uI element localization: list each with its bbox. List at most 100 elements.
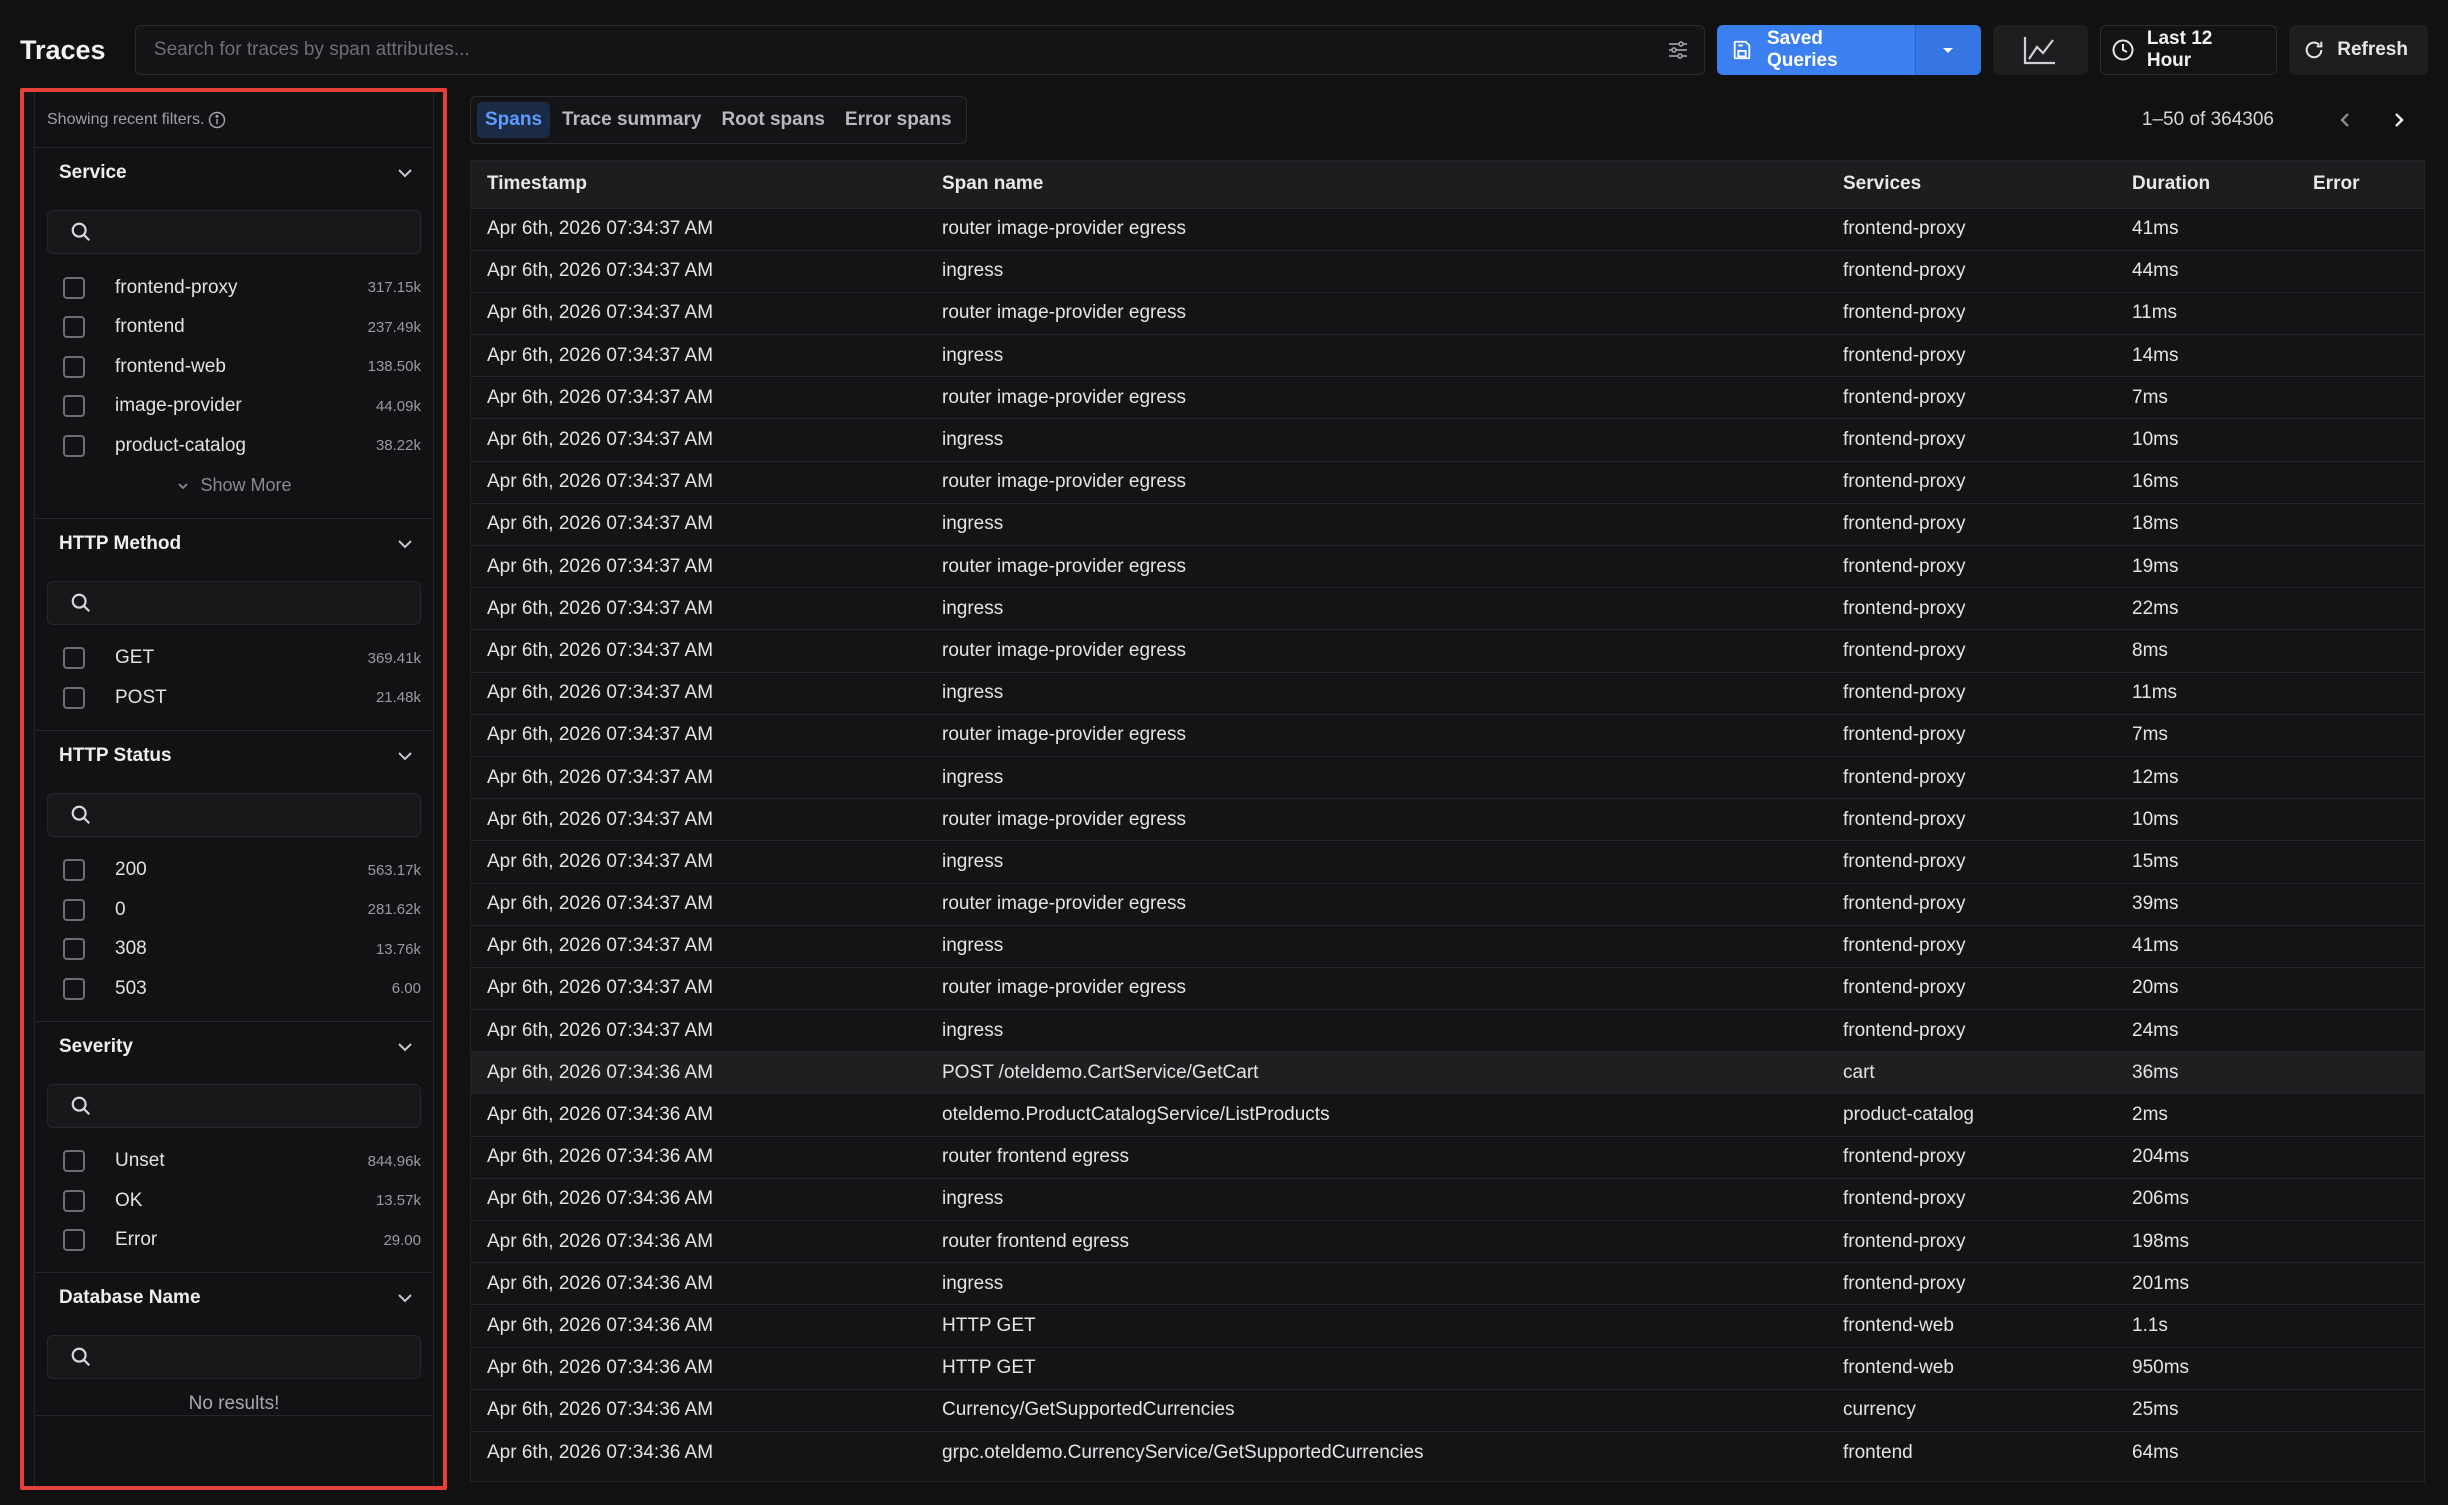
facet-search-input[interactable] (92, 793, 420, 836)
tab-root-spans[interactable]: Root spans (713, 102, 832, 138)
table-row[interactable]: Apr 6th, 2026 07:34:37 AM ingress frontend… (471, 924, 2424, 968)
facet-item[interactable]: POST 21.48k (35, 678, 433, 718)
table-row[interactable]: Apr 6th, 2026 07:34:36 AM Currency/GetSup… (471, 1388, 2424, 1432)
facet-search-input[interactable] (92, 1084, 420, 1127)
table-row[interactable]: Apr 6th, 2026 07:34:37 AM ingress frontend… (471, 755, 2424, 799)
saved-queries-button-group: Saved Queries (1716, 25, 1981, 75)
table-row[interactable]: Apr 6th, 2026 07:34:37 AM router image-pr… (471, 966, 2424, 1010)
facet-search-input[interactable] (92, 211, 420, 253)
facet-checkbox[interactable] (63, 898, 85, 921)
table-row[interactable]: Apr 6th, 2026 07:34:37 AM router image-pr… (471, 629, 2424, 673)
next-page-button[interactable] (2372, 100, 2426, 140)
refresh-button[interactable]: Refresh (2289, 25, 2428, 75)
column-header-services[interactable]: Services (1827, 161, 2116, 208)
chart-toggle-button[interactable] (1992, 25, 2088, 75)
show-more-button[interactable]: Show More (35, 466, 433, 506)
column-header-error[interactable]: Error (2297, 161, 2424, 208)
table-row[interactable]: Apr 6th, 2026 07:34:37 AM router image-pr… (471, 376, 2424, 419)
facet-item[interactable]: 200 563.17k (35, 851, 433, 891)
table-row[interactable]: Apr 6th, 2026 07:34:37 AM ingress frontend… (471, 671, 2424, 715)
table-row[interactable]: Apr 6th, 2026 07:34:37 AM router image-pr… (471, 291, 2424, 335)
filter-group-header[interactable]: Service (35, 148, 433, 198)
facet-checkbox[interactable] (63, 1229, 85, 1252)
filter-settings-icon[interactable] (1652, 38, 1704, 62)
facet-search-input[interactable] (92, 581, 420, 624)
saved-queries-dropdown-button[interactable] (1915, 25, 1981, 75)
time-range-button[interactable]: Last 12 Hour (2099, 25, 2278, 75)
facet-checkbox[interactable] (63, 355, 85, 378)
refresh-label: Refresh (2337, 39, 2408, 60)
facet-checkbox[interactable] (63, 1150, 85, 1173)
tab-trace-summary[interactable]: Trace summary (554, 102, 709, 138)
facet-item[interactable]: frontend-web 138.50k (35, 347, 433, 387)
table-row[interactable]: Apr 6th, 2026 07:34:37 AM router image-pr… (471, 713, 2424, 757)
duration-cell: 25ms (2116, 1388, 2297, 1432)
filter-group-header[interactable]: Severity (35, 1022, 433, 1072)
facet-item[interactable]: 308 13.76k (35, 930, 433, 970)
table-row[interactable]: Apr 6th, 2026 07:34:37 AM ingress frontend… (471, 502, 2424, 546)
search-input[interactable] (135, 26, 1652, 74)
facet-checkbox[interactable] (63, 977, 85, 1000)
filter-group-header[interactable]: HTTP Method (35, 519, 433, 569)
tab-error-spans[interactable]: Error spans (837, 102, 960, 138)
facet-item[interactable]: GET 369.41k (35, 639, 433, 679)
table-row[interactable]: Apr 6th, 2026 07:34:37 AM ingress frontend… (471, 249, 2424, 293)
table-row[interactable]: Apr 6th, 2026 07:34:37 AM router image-pr… (471, 798, 2424, 841)
table-row[interactable]: Apr 6th, 2026 07:34:37 AM router image-pr… (471, 207, 2424, 251)
column-header-duration[interactable]: Duration (2116, 161, 2297, 208)
facet-checkbox[interactable] (63, 316, 85, 339)
table-row[interactable]: Apr 6th, 2026 07:34:36 AM HTTP GET fronten… (471, 1304, 2424, 1348)
timestamp-cell: Apr 6th, 2026 07:34:37 AM (471, 418, 926, 462)
facet-item[interactable]: frontend 237.49k (35, 308, 433, 348)
facet-search-input[interactable] (92, 1336, 420, 1378)
facet-checkbox[interactable] (63, 434, 85, 457)
saved-queries-button[interactable]: Saved Queries (1717, 25, 1916, 75)
duration-cell: 1.1s (2116, 1304, 2297, 1348)
table-row[interactable]: Apr 6th, 2026 07:34:36 AM oteldemo.Produc… (471, 1093, 2424, 1137)
table-row[interactable]: Apr 6th, 2026 07:34:36 AM router frontend… (471, 1135, 2424, 1179)
table-row[interactable]: Apr 6th, 2026 07:34:37 AM ingress frontend… (471, 587, 2424, 630)
table-row[interactable]: Apr 6th, 2026 07:34:37 AM ingress frontend… (471, 840, 2424, 883)
facet-search (47, 1335, 421, 1379)
table-row[interactable]: Apr 6th, 2026 07:34:36 AM POST /oteldemo.… (471, 1051, 2424, 1094)
column-header-span-name[interactable]: Span name (926, 161, 1827, 208)
facet-checkbox[interactable] (63, 647, 85, 670)
facet-checkbox[interactable] (63, 395, 85, 418)
facet-checkbox[interactable] (63, 938, 85, 961)
error-cell (2297, 671, 2424, 715)
table-row[interactable]: Apr 6th, 2026 07:34:36 AM grpc.oteldemo.C… (471, 1430, 2424, 1474)
facet-label: Error (115, 1229, 158, 1251)
facet-checkbox[interactable] (63, 686, 85, 709)
filter-group-header[interactable]: Database Name (35, 1273, 433, 1323)
table-row[interactable]: Apr 6th, 2026 07:34:37 AM router image-pr… (471, 460, 2424, 504)
column-header-timestamp[interactable]: Timestamp (471, 161, 926, 208)
table-row[interactable]: Apr 6th, 2026 07:34:36 AM HTTP GET fronten… (471, 1346, 2424, 1390)
table-row[interactable]: Apr 6th, 2026 07:34:36 AM router frontend… (471, 1219, 2424, 1263)
info-icon[interactable] (208, 111, 226, 129)
table-row[interactable]: Apr 6th, 2026 07:34:37 AM ingress frontend… (471, 1009, 2424, 1052)
facet-item[interactable]: Error 29.00 (35, 1221, 433, 1261)
facet-item[interactable]: frontend-proxy 317.15k (35, 268, 433, 308)
facet-item[interactable]: OK 13.57k (35, 1181, 433, 1221)
table-row[interactable]: Apr 6th, 2026 07:34:37 AM ingress frontend… (471, 418, 2424, 462)
table-row[interactable]: Apr 6th, 2026 07:34:37 AM ingress frontend… (471, 334, 2424, 377)
filter-group-header[interactable]: HTTP Status (35, 731, 433, 781)
tab-spans[interactable]: Spans (477, 102, 551, 138)
facet-item[interactable]: 0 281.62k (35, 890, 433, 930)
facet-item[interactable]: 503 6.00 (35, 969, 433, 1009)
timestamp-cell: Apr 6th, 2026 07:34:37 AM (471, 755, 926, 799)
previous-page-button[interactable] (2318, 100, 2372, 140)
facet-label: OK (115, 1189, 143, 1211)
facet-item[interactable]: product-catalog 38.22k (35, 426, 433, 466)
facet-checkbox[interactable] (63, 1189, 85, 1212)
error-cell (2297, 1346, 2424, 1390)
facet-checkbox[interactable] (63, 859, 85, 882)
table-row[interactable]: Apr 6th, 2026 07:34:37 AM router image-pr… (471, 882, 2424, 926)
table-row[interactable]: Apr 6th, 2026 07:34:36 AM ingress frontend… (471, 1262, 2424, 1305)
facet-item[interactable]: image-provider 44.09k (35, 387, 433, 427)
facet-checkbox[interactable] (63, 276, 85, 299)
facet-item[interactable]: Unset 844.96k (35, 1142, 433, 1182)
facet-label: 200 (115, 859, 147, 881)
table-row[interactable]: Apr 6th, 2026 07:34:36 AM ingress frontend… (471, 1177, 2424, 1221)
table-row[interactable]: Apr 6th, 2026 07:34:37 AM router image-pr… (471, 544, 2424, 588)
